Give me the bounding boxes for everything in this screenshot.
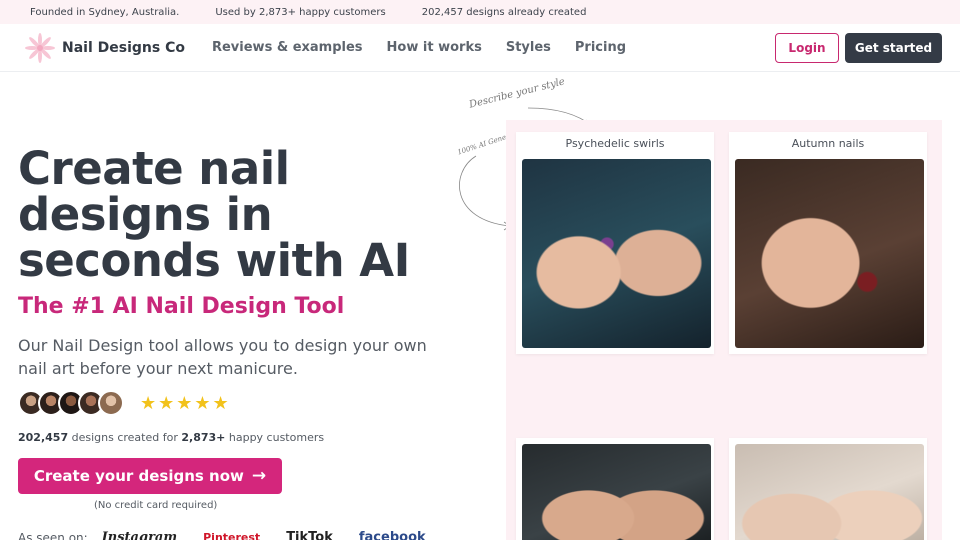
instagram-logo: Instagram xyxy=(101,530,178,540)
main-navigation: Nail Designs Co Reviews & examples How i… xyxy=(0,24,960,72)
brand-name: Nail Designs Co xyxy=(62,39,185,56)
create-designs-button[interactable]: Create your designs now → xyxy=(18,458,282,494)
pinterest-logo: Pinterest xyxy=(203,531,261,540)
nail-photo xyxy=(522,159,711,348)
customer-avatars xyxy=(18,390,124,416)
design-card[interactable] xyxy=(516,438,714,540)
nail-photo xyxy=(522,444,711,540)
nail-photo xyxy=(735,444,924,540)
nav-menu: Reviews & examples How it works Styles P… xyxy=(212,40,650,55)
announcement-bar: Founded in Sydney, Australia. Used by 2,… xyxy=(0,0,960,24)
flower-logo-icon xyxy=(25,32,55,63)
hero-subheadline: The #1 AI Nail Design Tool xyxy=(18,294,345,319)
arrow-right-icon: → xyxy=(251,466,267,486)
design-card[interactable] xyxy=(729,438,927,540)
avatar xyxy=(98,390,124,416)
design-card-autumn-nails[interactable]: Autumn nails xyxy=(729,132,927,354)
cta-label: Create your designs now xyxy=(33,467,244,485)
designs-created-count: 202,457 xyxy=(18,431,69,444)
customers-text: Used by 2,873+ happy customers xyxy=(215,6,386,18)
hero-section: Create nail designs in seconds with AI T… xyxy=(0,72,960,540)
designs-count-text: 202,457 designs already created xyxy=(421,6,587,18)
nav-item-pricing[interactable]: Pricing xyxy=(575,40,626,55)
founded-text: Founded in Sydney, Australia. xyxy=(30,6,180,18)
customers-count: 2,873+ xyxy=(181,431,226,444)
logo-link[interactable]: Nail Designs Co xyxy=(24,32,185,64)
design-card-psychedelic-swirls[interactable]: Psychedelic swirls xyxy=(516,132,714,354)
customers-text: happy customers xyxy=(228,431,325,444)
rating-stars: ★★★★★ xyxy=(140,392,231,414)
designs-created-text: designs created for xyxy=(71,431,178,444)
no-credit-card-note: (No credit card required) xyxy=(94,500,218,511)
as-seen-on: As seen on: Instagram Pinterest TikTok f… xyxy=(18,530,452,540)
design-gallery: Psychedelic swirls Autumn nails xyxy=(506,120,942,540)
nav-item-how-it-works[interactable]: How it works xyxy=(387,40,482,55)
hero-headline: Create nail designs in seconds with AI xyxy=(18,142,410,287)
nail-photo xyxy=(735,159,924,348)
design-card-title: Psychedelic swirls xyxy=(565,137,665,150)
design-card-title: Autumn nails xyxy=(791,137,865,150)
social-proof: ★★★★★ xyxy=(18,390,231,416)
get-started-button[interactable]: Get started xyxy=(845,32,942,63)
hero-description: Our Nail Design tool allows you to desig… xyxy=(18,336,427,378)
facebook-logo: facebook xyxy=(358,530,426,540)
tiktok-logo: TikTok xyxy=(286,530,333,540)
as-seen-on-label: As seen on: xyxy=(18,530,88,540)
nav-item-reviews[interactable]: Reviews & examples xyxy=(212,40,363,55)
usage-stats: 202,457 designs created for 2,873+ happy… xyxy=(18,431,324,444)
nav-item-styles[interactable]: Styles xyxy=(506,40,551,55)
login-button[interactable]: Login xyxy=(775,32,839,63)
